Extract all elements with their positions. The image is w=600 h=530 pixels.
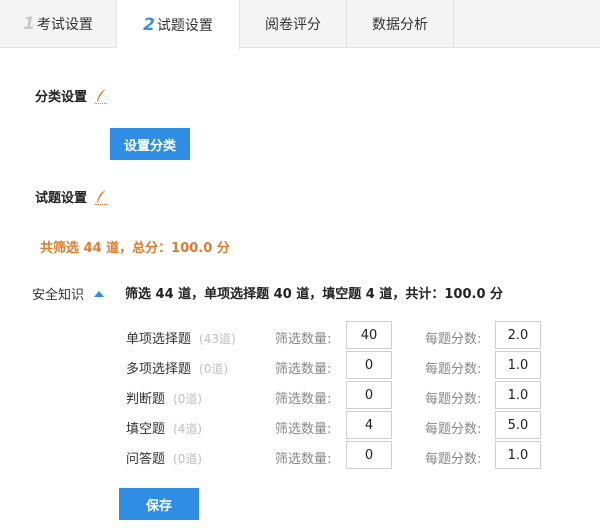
score-input[interactable] xyxy=(495,351,541,379)
quantity-label: 筛选数量: xyxy=(275,392,332,407)
tab-exam-settings[interactable]: 1 考试设置 xyxy=(0,0,117,48)
quantity-input[interactable] xyxy=(346,381,392,409)
quantity-input[interactable] xyxy=(346,321,392,349)
question-section-title: 试题设置 xyxy=(35,187,108,206)
quantity-label: 筛选数量: xyxy=(275,452,332,467)
question-title-text: 试题设置 xyxy=(35,191,88,206)
tab-bar: 1 考试设置 2 试题设置 阅卷评分 数据分析 xyxy=(0,0,600,49)
feather-icon xyxy=(95,88,108,104)
score-label: 每题分数: xyxy=(425,362,482,377)
score-input[interactable] xyxy=(495,321,541,349)
quantity-label: 筛选数量: xyxy=(275,422,332,437)
tab-label: 数据分析 xyxy=(372,17,428,33)
set-category-button[interactable]: 设置分类 xyxy=(110,128,190,160)
feather-icon xyxy=(95,189,108,205)
tab-label: 试题设置 xyxy=(156,17,213,34)
total-summary: 共筛选 44 道，总分：100.0 分 xyxy=(40,241,230,256)
category-group-summary: 筛选 44 道，单项选择题 40 道，填空题 4 道，共计：100.0 分 xyxy=(125,287,504,302)
question-count: (0道) xyxy=(173,452,203,466)
question-type-row: 问答题(0道) 筛选数量: 每题分数: xyxy=(0,441,600,471)
score-label: 每题分数: xyxy=(425,422,482,437)
quantity-label: 筛选数量: xyxy=(275,332,332,347)
quantity-input[interactable] xyxy=(346,351,392,379)
tab-label: 阅卷评分 xyxy=(265,17,321,33)
category-group-header[interactable]: 安全知识 xyxy=(32,284,105,303)
category-section-title: 分类设置 xyxy=(35,86,108,105)
tab-number: 2 xyxy=(143,14,155,35)
quantity-input[interactable] xyxy=(346,411,392,439)
category-group-name: 安全知识 xyxy=(32,288,85,303)
quantity-label: 筛选数量: xyxy=(275,362,332,377)
score-label: 每题分数: xyxy=(425,452,482,467)
save-button[interactable]: 保存 xyxy=(119,488,199,520)
question-count: (0道) xyxy=(199,362,229,376)
tab-label: 考试设置 xyxy=(36,17,93,33)
score-input[interactable] xyxy=(495,411,541,439)
score-label: 每题分数: xyxy=(425,332,482,347)
question-type: 问答题 (0道) xyxy=(126,452,203,467)
tab-question-settings[interactable]: 2 试题设置 xyxy=(117,0,240,49)
tab-data-analysis[interactable]: 数据分析 xyxy=(347,0,454,48)
question-type-row: 判断题(0道) 筛选数量: 每题分数: xyxy=(0,381,600,411)
question-type-row: 填空题(4道) 筛选数量: 每题分数: xyxy=(0,411,600,441)
score-input[interactable] xyxy=(495,441,541,469)
question-type-row: 多项选择题(0道) 筛选数量: 每题分数: xyxy=(0,351,600,381)
tab-grading[interactable]: 阅卷评分 xyxy=(240,0,347,48)
score-input[interactable] xyxy=(495,381,541,409)
question-type: 填空题 (4道) xyxy=(126,422,203,437)
question-type: 判断题 (0道) xyxy=(126,392,203,407)
score-label: 每题分数: xyxy=(425,392,482,407)
quantity-input[interactable] xyxy=(346,441,392,469)
question-type-row: 单项选择题(43道) 筛选数量: 每题分数: xyxy=(0,321,600,351)
tab-number: 1 xyxy=(23,14,35,34)
question-type: 单项选择题 (43道) xyxy=(126,332,236,347)
category-title-text: 分类设置 xyxy=(35,90,88,105)
question-count: (0道) xyxy=(173,392,203,406)
collapse-arrow-icon[interactable] xyxy=(94,290,105,297)
question-count: (4道) xyxy=(173,422,203,436)
question-count: (43道) xyxy=(199,332,236,346)
question-type: 多项选择题 (0道) xyxy=(126,362,229,377)
